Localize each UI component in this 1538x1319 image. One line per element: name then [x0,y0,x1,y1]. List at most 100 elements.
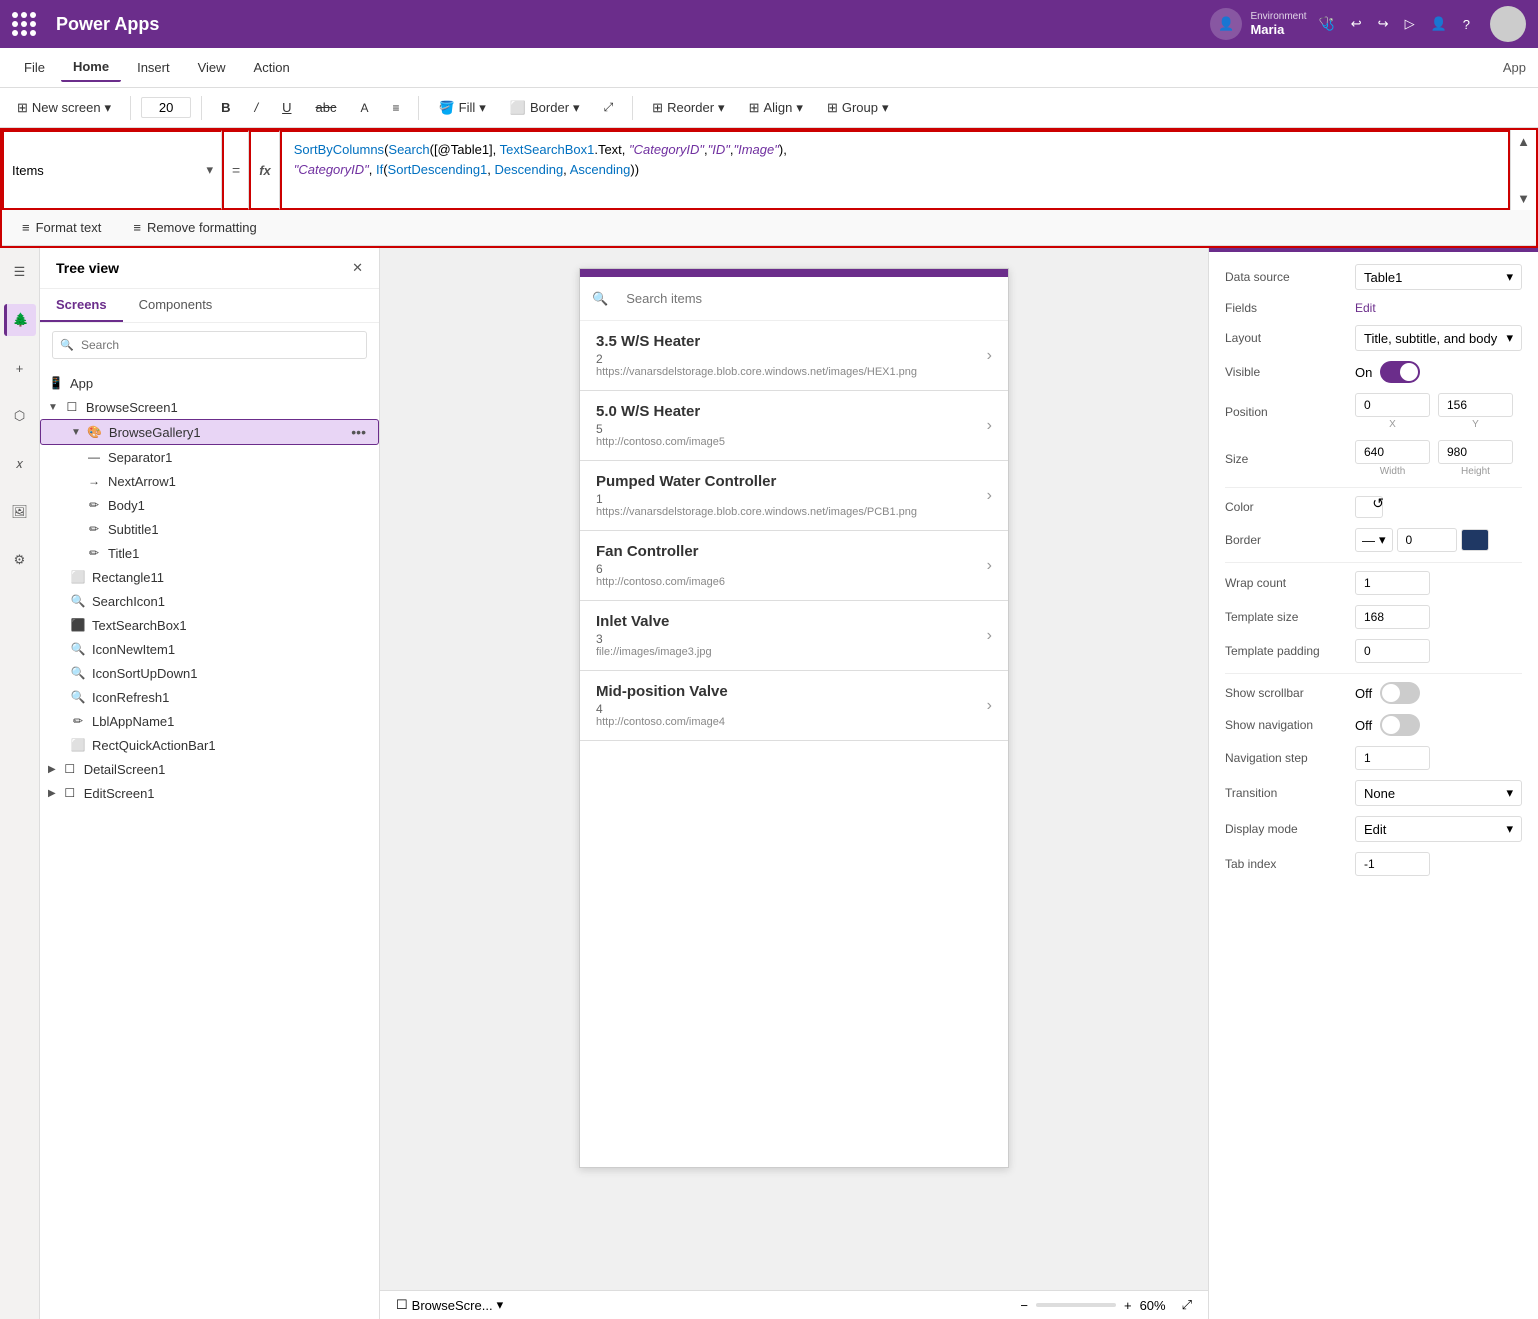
reorder-button[interactable]: ⊞ Reorder ▾ [643,95,733,121]
avatar[interactable] [1490,6,1526,42]
font-size-input[interactable]: 20 [141,97,191,118]
undo-icon[interactable]: ↩ [1351,16,1362,32]
size-height-input[interactable] [1438,440,1513,464]
sidebar-icon-tree[interactable]: 🌲 [4,304,36,336]
data-source-select[interactable]: Table1 ▾ [1355,264,1522,290]
expand-button[interactable]: ⤢ [595,95,623,120]
group-button[interactable]: ⊞ Group ▾ [818,95,898,121]
sidebar-icon-controls[interactable]: ⚙ [4,544,36,576]
fill-icon: 🪣 [438,100,454,116]
menu-file[interactable]: File [12,54,57,81]
nav-step-input[interactable] [1355,746,1430,770]
template-size-input[interactable] [1355,605,1430,629]
border-width-input[interactable] [1397,528,1457,552]
tree-search-input[interactable] [52,331,367,359]
waffle-icon[interactable] [12,12,36,36]
position-x-input[interactable] [1355,393,1430,417]
tree-item-icon-refresh[interactable]: 🔍 IconRefresh1 [40,685,379,709]
layout-select[interactable]: Title, subtitle, and body ▾ [1355,325,1522,351]
tree-item-browse-screen[interactable]: ▼ ☐ BrowseScreen1 [40,395,379,419]
italic-button[interactable]: / [245,95,267,120]
formula-content[interactable]: SortByColumns(Search([@Table1], TextSear… [280,130,1510,210]
sidebar-icon-menu[interactable]: ☰ [4,256,36,288]
redo-icon[interactable]: ↪ [1378,16,1389,32]
tree-item-icon-new[interactable]: 🔍 IconNewItem1 [40,637,379,661]
tree-item-rect11[interactable]: ⬜ Rectangle11 [40,565,379,589]
screen-chevron[interactable]: ▾ [497,1297,504,1313]
name-box[interactable]: Items ▾ [2,130,222,210]
menu-action[interactable]: Action [242,54,302,81]
tree-item-gallery[interactable]: ▼ 🎨 BrowseGallery1 ••• [40,419,379,445]
zoom-minus-icon[interactable]: − [1020,1298,1028,1313]
tab-index-input[interactable] [1355,852,1430,876]
border-button[interactable]: ⬜ Border ▾ [501,95,589,121]
formula-down[interactable]: ▼ [1517,191,1530,206]
font-color-button[interactable]: A [351,96,377,120]
align-button[interactable]: ≡ [383,96,408,120]
tree-item-icon-sort[interactable]: 🔍 IconSortUpDown1 [40,661,379,685]
tab-screens[interactable]: Screens [40,289,123,322]
tree-item-edit-screen[interactable]: ▶ ☐ EditScreen1 [40,781,379,805]
zoom-slider[interactable] [1036,1303,1116,1307]
menu-insert[interactable]: Insert [125,54,182,81]
tree-item-body[interactable]: ✏ Body1 [40,493,379,517]
gallery-more-button[interactable]: ••• [347,424,370,440]
show-scrollbar-toggle[interactable] [1380,682,1420,704]
visible-toggle[interactable] [1380,361,1420,383]
list-item[interactable]: Pumped Water Controller 1 https://vanars… [580,461,1008,531]
play-icon[interactable]: ▷ [1405,16,1415,32]
tree-close-icon[interactable]: ✕ [352,260,363,276]
remove-formatting-button[interactable]: ≡ Remove formatting [125,216,264,239]
tree-item-app[interactable]: 📱 App [40,371,379,395]
name-box-chevron[interactable]: ▾ [206,162,213,178]
new-screen-button[interactable]: ⊞ New screen ▾ [8,95,120,121]
show-nav-toggle[interactable] [1380,714,1420,736]
sidebar-icon-variable[interactable]: 𝑥 [4,448,36,480]
fill-button[interactable]: 🪣 Fill ▾ [429,95,494,121]
tree-item-rect-quick[interactable]: ⬜ RectQuickActionBar1 [40,733,379,757]
menu-home[interactable]: Home [61,53,121,82]
fields-edit-link[interactable]: Edit [1355,301,1376,315]
bold-button[interactable]: B [212,95,239,120]
position-y-input[interactable] [1438,393,1513,417]
help-icon[interactable]: ? [1463,17,1470,32]
list-item[interactable]: 5.0 W/S Heater 5 http://contoso.com/imag… [580,391,1008,461]
zoom-plus-icon[interactable]: + [1124,1298,1132,1313]
strikethrough-button[interactable]: abc [306,95,345,120]
person-icon[interactable]: 👤 [1431,16,1447,32]
template-padding-input[interactable] [1355,639,1430,663]
stethoscope-icon[interactable]: 🩺 [1319,16,1335,32]
list-item[interactable]: 3.5 W/S Heater 2 https://vanarsdelstorag… [580,321,1008,391]
border-style-select[interactable]: — ▾ [1355,528,1393,552]
fx-button[interactable]: fx [249,130,280,210]
menu-view[interactable]: View [186,54,238,81]
display-mode-select[interactable]: Edit ▾ [1355,816,1522,842]
tree-item-subtitle[interactable]: ✏ Subtitle1 [40,517,379,541]
list-item[interactable]: Mid-position Valve 4 http://contoso.com/… [580,671,1008,741]
tree-item-lbl-app[interactable]: ✏ LblAppName1 [40,709,379,733]
expand-icon[interactable]: ⤢ [1182,1297,1192,1313]
tree-item-search-icon[interactable]: 🔍 SearchIcon1 [40,589,379,613]
sidebar-icon-plus[interactable]: + [4,352,36,384]
sidebar-icon-media[interactable]: 🖼 [4,496,36,528]
underline-button[interactable]: U [273,95,300,120]
remove-icon: ≡ [133,220,141,235]
formula-up[interactable]: ▲ [1517,134,1530,149]
align-tool-button[interactable]: ⊞ Align ▾ [740,95,812,121]
tree-item-separator[interactable]: — Separator1 [40,445,379,469]
transition-select[interactable]: None ▾ [1355,780,1522,806]
gallery-search-input[interactable] [616,285,996,312]
tree-item-detail-screen[interactable]: ▶ ☐ DetailScreen1 [40,757,379,781]
tree-item-next-arrow[interactable]: → NextArrow1 [40,469,379,493]
wrap-count-input[interactable] [1355,571,1430,595]
list-item[interactable]: Inlet Valve 3 file://images/image3.jpg › [580,601,1008,671]
border-color-swatch[interactable] [1461,529,1489,551]
tree-item-title[interactable]: ✏ Title1 [40,541,379,565]
list-item[interactable]: Fan Controller 6 http://contoso.com/imag… [580,531,1008,601]
color-swatch[interactable]: ↺ [1355,496,1383,518]
format-text-button[interactable]: ≡ Format text [14,216,109,239]
tab-components[interactable]: Components [123,289,229,322]
size-width-input[interactable] [1355,440,1430,464]
sidebar-icon-data[interactable]: ⬡ [4,400,36,432]
tree-item-textsearch[interactable]: ⬛ TextSearchBox1 [40,613,379,637]
